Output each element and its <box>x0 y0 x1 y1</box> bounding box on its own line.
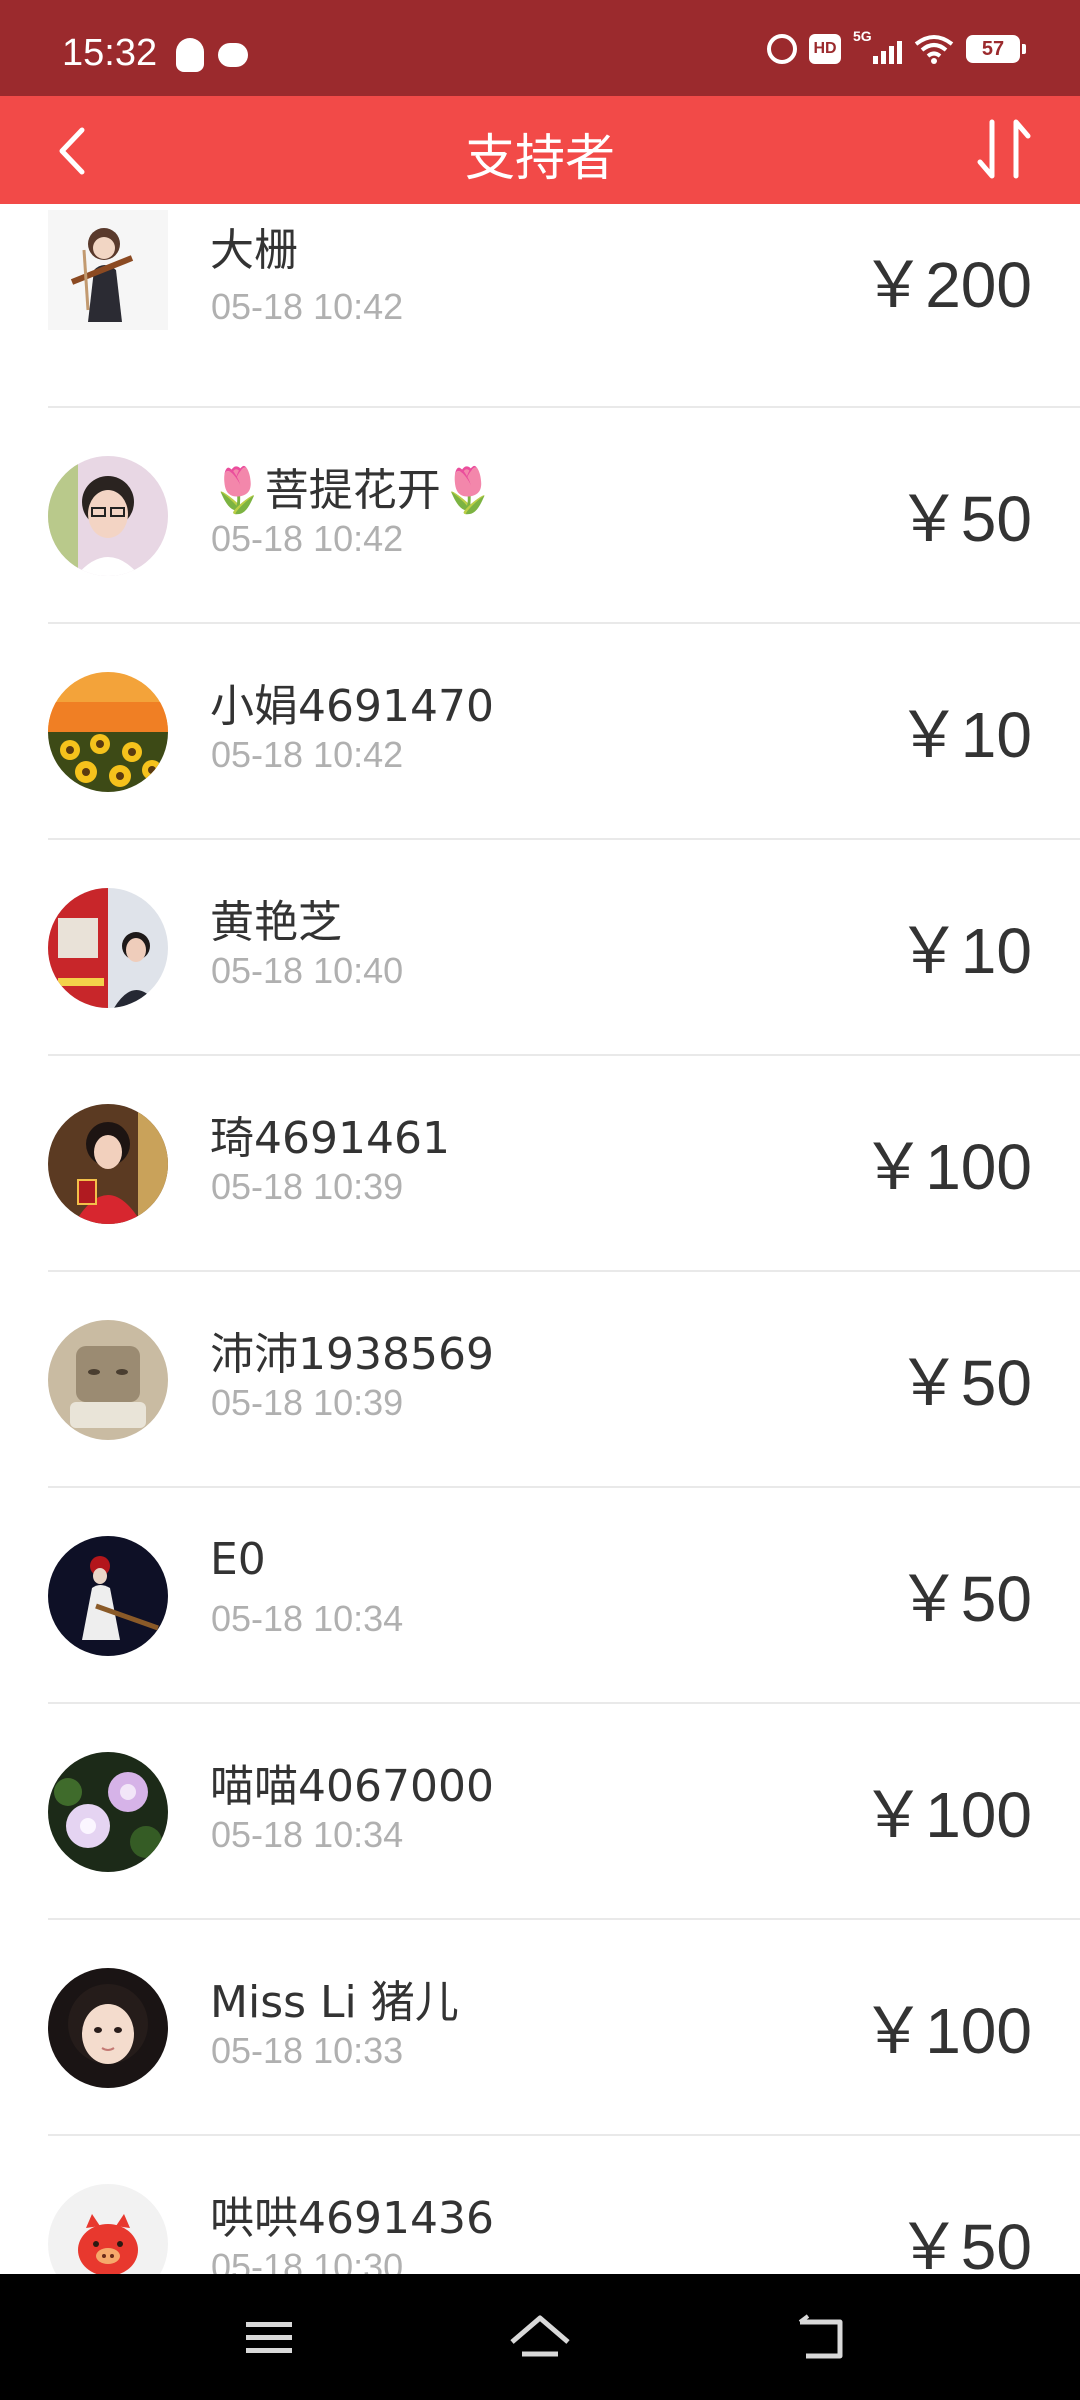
support-amount: ￥50 <box>896 1347 1032 1419</box>
back-icon[interactable] <box>796 2314 850 2362</box>
avatar[interactable] <box>48 888 168 1008</box>
support-amount: ￥50 <box>896 483 1032 555</box>
network-label: 5G <box>853 28 872 44</box>
hd-icon: HD <box>809 34 841 64</box>
support-amount: ￥50 <box>896 2211 1032 2274</box>
support-time: 05-18 10:39 <box>211 1382 404 1423</box>
support-time: 05-18 10:30 <box>211 2246 404 2274</box>
list-item[interactable]: 喵喵4067000 05-18 10:34 ￥100 <box>0 1704 1080 1920</box>
supporter-name: 黄艳芝 <box>210 897 342 948</box>
support-amount: ￥10 <box>896 915 1032 987</box>
support-amount: ￥200 <box>861 249 1032 321</box>
support-amount: ￥100 <box>861 1779 1032 1851</box>
supporter-list[interactable]: 大栅 05-18 10:42 ￥200 🌷菩提花开🌷 05-18 10:42 ￥… <box>0 204 1080 2274</box>
support-amount: ￥10 <box>896 699 1032 771</box>
support-amount: ￥100 <box>861 1995 1032 2067</box>
status-time: 15:32 <box>62 32 158 74</box>
support-time: 05-18 10:34 <box>211 1814 404 1855</box>
list-item[interactable]: 琦4691461 05-18 10:39 ￥100 <box>0 1056 1080 1272</box>
supporter-name: 琦4691461 <box>210 1113 450 1164</box>
supporter-name: 喵喵4067000 <box>210 1761 494 1812</box>
list-item[interactable]: Miss Li 猪儿 05-18 10:33 ￥100 <box>0 1920 1080 2136</box>
battery-level: 57 <box>981 37 1005 60</box>
battery-icon: 57 <box>966 35 1026 63</box>
avatar[interactable] <box>48 456 168 576</box>
supporter-name: E0 <box>210 1534 266 1585</box>
supporter-name: 小娟4691470 <box>210 681 494 732</box>
avatar[interactable] <box>48 1104 168 1224</box>
avatar[interactable] <box>48 1968 168 2088</box>
support-time: 05-18 10:42 <box>211 734 404 775</box>
support-time: 05-18 10:42 <box>211 286 404 327</box>
menu-icon[interactable] <box>244 2318 294 2358</box>
list-item[interactable]: 黄艳芝 05-18 10:40 ￥10 <box>0 840 1080 1056</box>
supporter-name: Miss Li 猪儿 <box>210 1977 459 2028</box>
sort-icon[interactable] <box>970 112 1040 188</box>
status-bar: 15:32 HD 5G 57 <box>0 0 1080 96</box>
notification-icons <box>176 38 248 72</box>
message-icon <box>218 43 248 67</box>
qq-icon <box>176 38 204 72</box>
supporter-name: 🌷菩提花开🌷 <box>210 465 496 516</box>
avatar[interactable] <box>48 1320 168 1440</box>
wifi-icon <box>914 35 954 64</box>
support-time: 05-18 10:39 <box>211 1166 404 1207</box>
system-icons: HD 5G 57 <box>767 28 1026 64</box>
support-time: 05-18 10:40 <box>211 950 404 991</box>
list-item[interactable]: 🌷菩提花开🌷 05-18 10:42 ￥50 <box>0 408 1080 624</box>
system-nav-bar <box>0 2274 1080 2400</box>
support-amount: ￥50 <box>896 1563 1032 1635</box>
support-amount: ￥100 <box>861 1131 1032 1203</box>
home-icon[interactable] <box>508 2312 572 2366</box>
list-item[interactable]: 大栅 05-18 10:42 ￥200 <box>0 204 1080 408</box>
app-header: 支持者 <box>0 96 1080 204</box>
page-title: 支持者 <box>465 129 615 187</box>
avatar[interactable] <box>48 1536 168 1656</box>
list-item[interactable]: 哄哄4691436 05-18 10:30 ￥50 <box>0 2136 1080 2274</box>
support-time: 05-18 10:34 <box>211 1598 404 1639</box>
support-time: 05-18 10:33 <box>211 2030 404 2071</box>
list-item[interactable]: E0 05-18 10:34 ￥50 <box>0 1488 1080 1704</box>
supporter-name: 哄哄4691436 <box>210 2193 494 2244</box>
list-item[interactable]: 小娟4691470 05-18 10:42 ￥10 <box>0 624 1080 840</box>
supporter-name: 沛沛1938569 <box>210 1329 494 1380</box>
alarm-icon <box>767 34 797 64</box>
avatar[interactable] <box>48 2184 168 2274</box>
list-item[interactable]: 沛沛1938569 05-18 10:39 ￥50 <box>0 1272 1080 1488</box>
signal-icon: 5G <box>853 28 902 64</box>
avatar[interactable] <box>48 210 168 330</box>
support-time: 05-18 10:42 <box>211 518 404 559</box>
avatar[interactable] <box>48 672 168 792</box>
avatar[interactable] <box>48 1752 168 1872</box>
supporter-name: 大栅 <box>210 225 298 276</box>
